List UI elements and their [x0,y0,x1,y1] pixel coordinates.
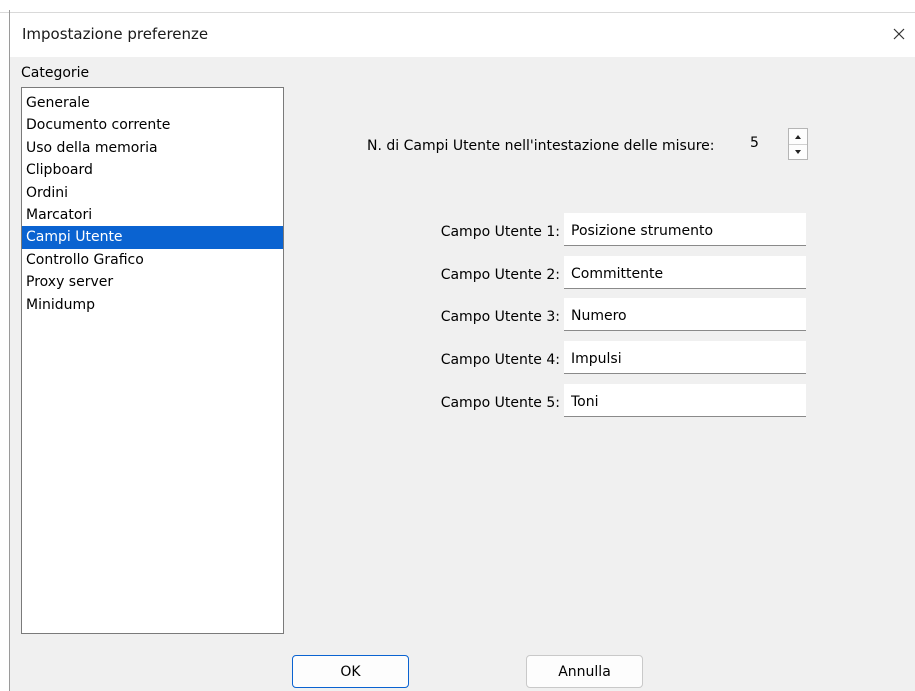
category-item-clipboard[interactable]: Clipboard [22,159,283,181]
category-item-controllo-grafico[interactable]: Controllo Grafico [22,249,283,271]
spinner-up-button[interactable] [789,129,807,145]
spinner-buttons[interactable] [788,128,808,160]
user-field-4-label: Campo Utente 4: [440,352,560,368]
user-field-5-label: Campo Utente 5: [440,395,560,411]
user-field-1-label: Campo Utente 1: [440,224,560,240]
user-field-row-2: Campo Utente 2: [400,256,810,290]
close-button[interactable] [887,21,911,47]
dialog-left-border [9,10,10,691]
category-item-uso-della-memoria[interactable]: Uso della memoria [22,137,283,159]
preferences-dialog: Impostazione preferenze Categorie Genera… [0,0,915,691]
user-fields-count-spinner[interactable]: 5 [741,128,809,162]
user-field-row-1: Campo Utente 1: [400,213,810,247]
user-field-2-label: Campo Utente 2: [440,267,560,283]
user-fields-count-value[interactable]: 5 [741,128,785,162]
category-item-ordini[interactable]: Ordini [22,182,283,204]
user-field-row-5: Campo Utente 5: [400,384,810,418]
spinner-down-button[interactable] [789,144,807,159]
category-item-marcatori[interactable]: Marcatori [22,204,283,226]
category-item-campi-utente[interactable]: Campi Utente [22,226,283,249]
cancel-button[interactable]: Annulla [526,655,643,688]
title-bar[interactable]: Impostazione preferenze [10,13,915,57]
background-top-strip [0,0,915,13]
user-field-2-input[interactable] [564,256,806,289]
categories-list[interactable]: Generale Documento corrente Uso della me… [21,87,284,634]
background-edge [0,0,9,691]
arrow-up-icon [795,134,801,139]
user-field-row-4: Campo Utente 4: [400,341,810,375]
user-field-row-3: Campo Utente 3: [400,298,810,332]
category-item-documento-corrente[interactable]: Documento corrente [22,114,283,136]
user-field-1-input[interactable] [564,213,806,246]
user-field-3-input[interactable] [564,298,806,331]
category-item-generale[interactable]: Generale [22,92,283,114]
category-item-proxy-server[interactable]: Proxy server [22,271,283,293]
categories-label: Categorie [21,65,90,81]
category-item-minidump[interactable]: Minidump [22,294,283,316]
close-icon [893,28,905,40]
ok-button[interactable]: OK [292,655,409,688]
user-field-5-input[interactable] [564,384,806,417]
arrow-down-icon [795,149,801,154]
user-fields-count-label: N. di Campi Utente nell'intestazione del… [367,138,715,154]
user-field-4-input[interactable] [564,341,806,374]
user-field-3-label: Campo Utente 3: [440,309,560,325]
dialog-title: Impostazione preferenze [22,25,209,43]
